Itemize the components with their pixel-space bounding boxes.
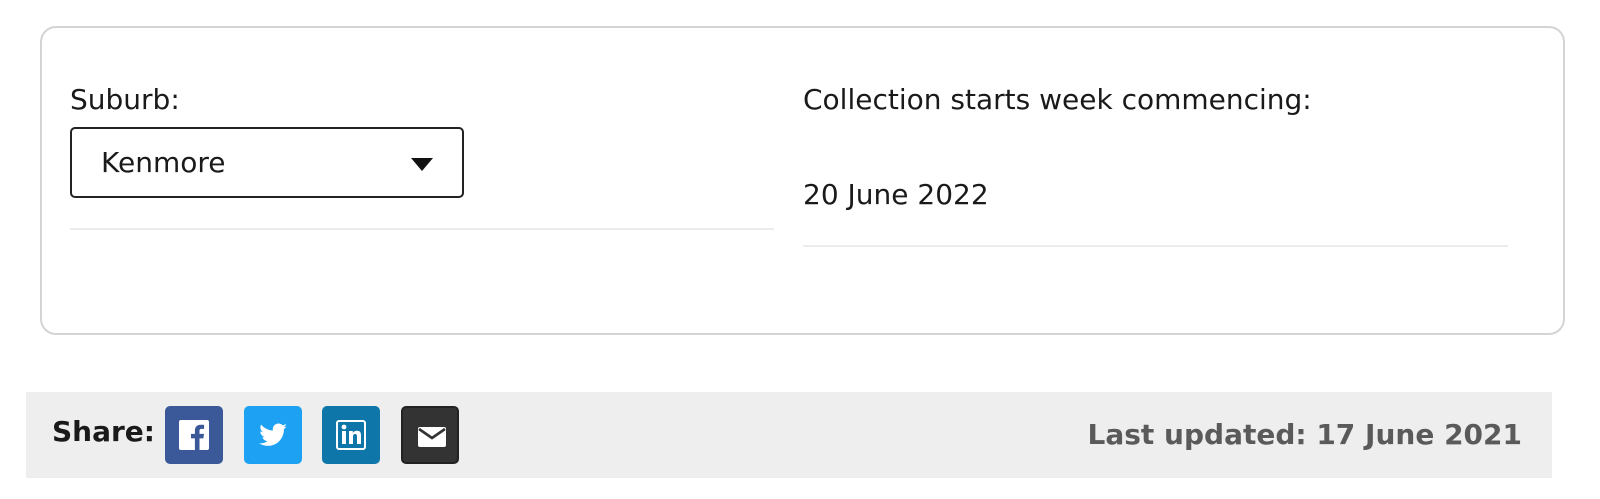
share-twitter-button[interactable]	[244, 406, 302, 464]
facebook-icon	[179, 420, 209, 450]
suburb-field: Suburb: Kenmore	[70, 82, 774, 198]
share-label: Share:	[52, 415, 155, 448]
suburb-select[interactable]: Kenmore	[70, 127, 464, 198]
collection-divider	[803, 245, 1508, 247]
share-facebook-button[interactable]	[165, 406, 223, 464]
chevron-down-icon	[411, 158, 433, 171]
share-email-button[interactable]	[401, 406, 459, 464]
twitter-icon	[259, 423, 287, 446]
collection-start-date: 20 June 2022	[803, 178, 989, 211]
envelope-icon	[418, 427, 446, 447]
share-bar: Share: Last updated: 17 June 2021	[26, 392, 1552, 478]
collection-start-label: Collection starts week commencing:	[803, 83, 1312, 116]
linkedin-icon	[336, 420, 366, 450]
suburb-divider	[70, 228, 774, 230]
collection-start-field: Collection starts week commencing: 20 Ju…	[803, 82, 1508, 213]
suburb-label: Suburb:	[70, 83, 180, 116]
suburb-selected-value: Kenmore	[101, 146, 226, 179]
share-linkedin-button[interactable]	[322, 406, 380, 464]
last-updated-text: Last updated: 17 June 2021	[1087, 418, 1522, 451]
